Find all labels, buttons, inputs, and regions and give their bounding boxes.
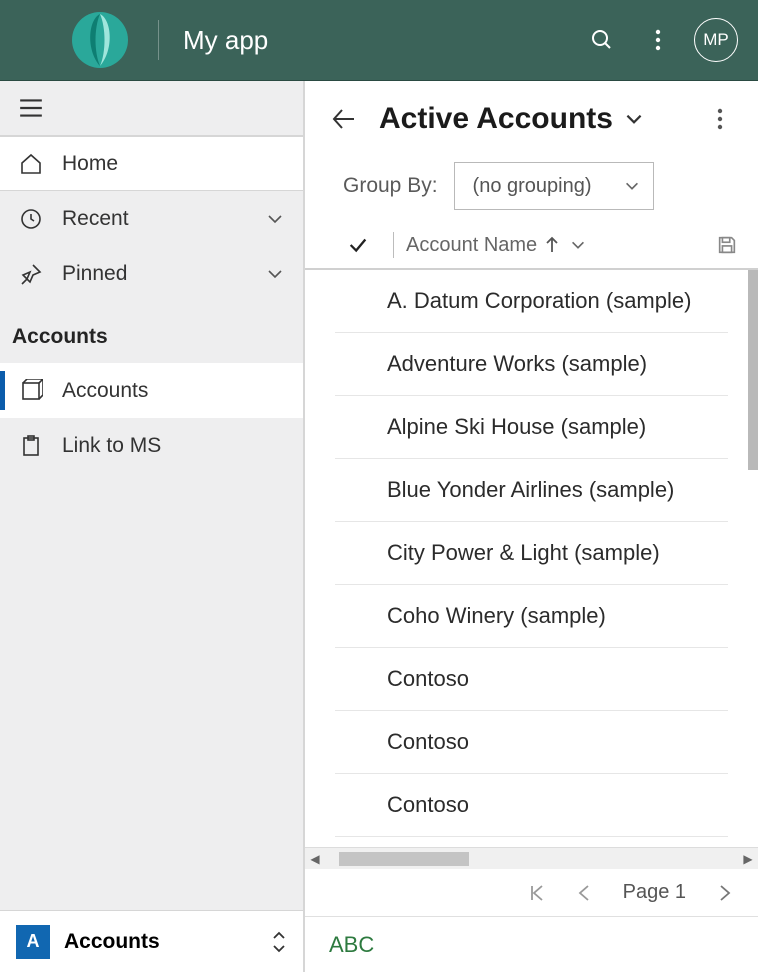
column-header-row: Account Name [305, 226, 758, 270]
sidebar-item-recent[interactable]: Recent [0, 191, 303, 246]
account-row[interactable]: Adventure Works (sample) [335, 333, 728, 396]
scroll-left-icon[interactable]: ◀ [305, 852, 325, 866]
sidebar-item-accounts[interactable]: Accounts [0, 363, 303, 418]
pager: Page 1 [305, 869, 758, 917]
accounts-icon [18, 378, 44, 404]
account-row[interactable]: Alpine Ski House (sample) [335, 396, 728, 459]
app-header: My app MP [0, 0, 758, 80]
account-row[interactable]: A. Datum Corporation (sample) [335, 270, 728, 333]
vertical-scrollbar[interactable] [748, 270, 758, 470]
footer-text: ABC [329, 932, 374, 958]
select-all-checkbox[interactable] [347, 234, 369, 256]
main-content: Active Accounts Group By: (no grouping) [305, 81, 758, 972]
clipboard-icon [18, 433, 44, 459]
pager-prev-button[interactable] [575, 883, 595, 903]
view-title[interactable]: Active Accounts [379, 102, 613, 136]
sort-ascending-icon[interactable] [545, 236, 559, 254]
horizontal-scrollbar[interactable]: ◀ ▶ [305, 847, 758, 869]
back-button[interactable] [327, 103, 359, 135]
sidebar-item-label: Pinned [62, 262, 127, 286]
updown-icon [271, 929, 287, 955]
sidebar-section-label: Accounts [0, 301, 303, 363]
chevron-down-icon [265, 209, 285, 229]
account-row[interactable]: Contoso [335, 774, 728, 837]
pin-icon [18, 261, 44, 287]
sidebar-item-label: Home [62, 152, 118, 176]
view-header: Active Accounts [305, 81, 758, 156]
scrollbar-thumb[interactable] [339, 852, 469, 866]
user-avatar[interactable]: MP [694, 18, 738, 62]
sidebar-item-label: Link to MS [62, 434, 161, 458]
app-title: My app [158, 20, 566, 60]
scroll-right-icon[interactable]: ▶ [738, 852, 758, 866]
sidebar: Home Recent Pinned Accounts A [0, 81, 305, 972]
more-vertical-icon[interactable] [638, 20, 678, 60]
home-icon [18, 151, 44, 177]
footer-bar: ABC [305, 917, 758, 972]
sidebar-item-label: Accounts [62, 379, 148, 403]
sidebar-item-label: Recent [62, 207, 129, 231]
chevron-down-icon [623, 177, 641, 195]
sidebar-item-pinned[interactable]: Pinned [0, 246, 303, 301]
save-icon[interactable] [716, 234, 738, 256]
area-switcher[interactable]: A Accounts [0, 910, 303, 972]
group-by-value: (no grouping) [473, 175, 592, 198]
account-row[interactable]: Blue Yonder Airlines (sample) [335, 459, 728, 522]
hamburger-button[interactable] [0, 81, 303, 136]
clock-icon [18, 206, 44, 232]
account-list: A. Datum Corporation (sample)Adventure W… [305, 270, 758, 847]
app-logo [70, 10, 130, 70]
pager-label: Page 1 [623, 881, 686, 904]
pager-next-button[interactable] [714, 883, 734, 903]
chevron-down-icon[interactable] [569, 236, 587, 254]
column-header-account-name[interactable]: Account Name [406, 234, 537, 257]
group-by-label: Group By: [343, 174, 438, 198]
view-more-button[interactable] [704, 103, 736, 135]
area-badge: A [16, 925, 50, 959]
pager-first-button[interactable] [527, 883, 547, 903]
sidebar-item-home[interactable]: Home [0, 136, 303, 191]
sidebar-item-link-to-ms[interactable]: Link to MS [0, 418, 303, 473]
group-by-select[interactable]: (no grouping) [454, 162, 654, 210]
chevron-down-icon [265, 264, 285, 284]
area-name: Accounts [64, 930, 271, 954]
account-row[interactable]: Contoso [335, 648, 728, 711]
account-row[interactable]: Contoso [335, 711, 728, 774]
chevron-down-icon[interactable] [623, 108, 645, 130]
account-row[interactable]: City Power & Light (sample) [335, 522, 728, 585]
account-row[interactable]: Coho Winery (sample) [335, 585, 728, 648]
search-icon[interactable] [582, 20, 622, 60]
